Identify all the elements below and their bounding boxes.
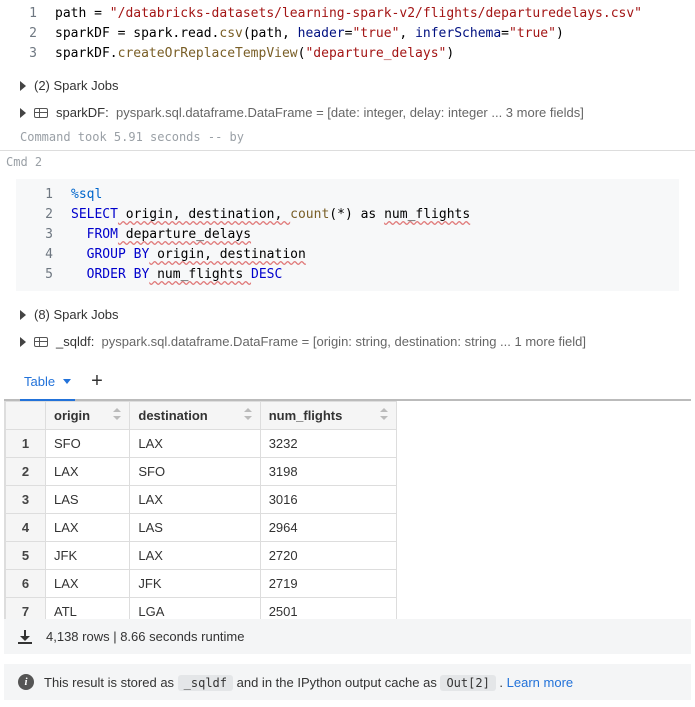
row-summary: 4,138 rows | 8.66 seconds runtime xyxy=(46,629,245,644)
code-line-2: SELECT origin, destination, count(*) as … xyxy=(71,205,470,225)
code-line-1: path = "/databricks-datasets/learning-sp… xyxy=(55,4,642,24)
table-row[interactable]: 2LAXSFO3198 xyxy=(6,458,397,486)
info-text: This result is stored as _sqldf and in t… xyxy=(44,675,573,690)
code-pill-out: Out[2] xyxy=(440,675,495,691)
learn-more-link[interactable]: Learn more xyxy=(507,675,573,690)
line-number: 3 xyxy=(0,44,55,64)
spark-jobs-label: (2) Spark Jobs xyxy=(34,78,119,93)
table-row[interactable]: 3LASLAX3016 xyxy=(6,486,397,514)
cell1-code[interactable]: 1 path = "/databricks-datasets/learning-… xyxy=(0,0,695,72)
line-number: 5 xyxy=(16,265,71,285)
chevron-down-icon xyxy=(63,379,71,384)
info-icon: i xyxy=(18,674,34,690)
code-line-3: FROM departure_delays xyxy=(71,225,251,245)
code-line-4: GROUP BY origin, destination xyxy=(71,245,306,265)
line-number: 1 xyxy=(0,4,55,24)
table-row[interactable]: 7ATLLGA2501 xyxy=(6,598,397,620)
code-line-5: ORDER BY num_flights DESC xyxy=(71,265,282,285)
code-line-1: %sql xyxy=(71,185,102,205)
sort-icon xyxy=(244,408,252,420)
sort-icon xyxy=(113,408,121,420)
spark-jobs-expander-2[interactable]: (8) Spark Jobs xyxy=(0,301,695,328)
line-number: 1 xyxy=(16,185,71,205)
schema-text: sparkDF: pyspark.sql.dataframe.DataFrame… xyxy=(56,105,584,120)
triangle-right-icon xyxy=(20,108,26,118)
col-header-destination[interactable]: destination xyxy=(130,402,260,430)
schema-expander-2[interactable]: _sqldf: pyspark.sql.dataframe.DataFrame … xyxy=(0,328,695,355)
cell2-code[interactable]: 1 %sql 2 SELECT origin, destination, cou… xyxy=(16,179,679,291)
line-number: 3 xyxy=(16,225,71,245)
result-table: origin destination num_flights 1SFOLAX32… xyxy=(4,401,691,619)
table-row[interactable]: 5JFKLAX2720 xyxy=(6,542,397,570)
table-icon xyxy=(34,108,48,118)
table-row[interactable]: 1SFOLAX3232 xyxy=(6,430,397,458)
schema-text: _sqldf: pyspark.sql.dataframe.DataFrame … xyxy=(56,334,586,349)
code-pill-sqldf: _sqldf xyxy=(178,675,233,691)
tab-table[interactable]: Table xyxy=(24,363,71,399)
tab-label: Table xyxy=(24,374,55,389)
col-header-origin[interactable]: origin xyxy=(46,402,130,430)
result-tab-bar: Table + xyxy=(4,363,691,401)
col-header-numflights[interactable]: num_flights xyxy=(260,402,396,430)
result-footer: 4,138 rows | 8.66 seconds runtime xyxy=(4,619,691,654)
line-number: 2 xyxy=(0,24,55,44)
table-icon xyxy=(34,337,48,347)
schema-expander[interactable]: sparkDF: pyspark.sql.dataframe.DataFrame… xyxy=(0,99,695,126)
download-icon[interactable] xyxy=(18,630,32,644)
triangle-right-icon xyxy=(20,310,26,320)
table-row[interactable]: 6LAXJFK2719 xyxy=(6,570,397,598)
triangle-right-icon xyxy=(20,81,26,91)
line-number: 2 xyxy=(16,205,71,225)
code-line-2: sparkDF = spark.read.csv(path, header="t… xyxy=(55,24,564,44)
sort-icon xyxy=(380,408,388,420)
triangle-right-icon xyxy=(20,337,26,347)
spark-jobs-expander[interactable]: (2) Spark Jobs xyxy=(0,72,695,99)
cmd-label: Cmd 2 xyxy=(0,151,695,179)
add-tab-button[interactable]: + xyxy=(91,370,103,393)
spark-jobs-label: (8) Spark Jobs xyxy=(34,307,119,322)
rownum-header xyxy=(6,402,46,430)
table-row[interactable]: 4LAXLAS2964 xyxy=(6,514,397,542)
info-bar: i This result is stored as _sqldf and in… xyxy=(4,664,691,700)
line-number: 4 xyxy=(16,245,71,265)
command-footer: Command took 5.91 seconds -- by xyxy=(0,126,695,151)
code-line-3: sparkDF.createOrReplaceTempView("departu… xyxy=(55,44,454,64)
